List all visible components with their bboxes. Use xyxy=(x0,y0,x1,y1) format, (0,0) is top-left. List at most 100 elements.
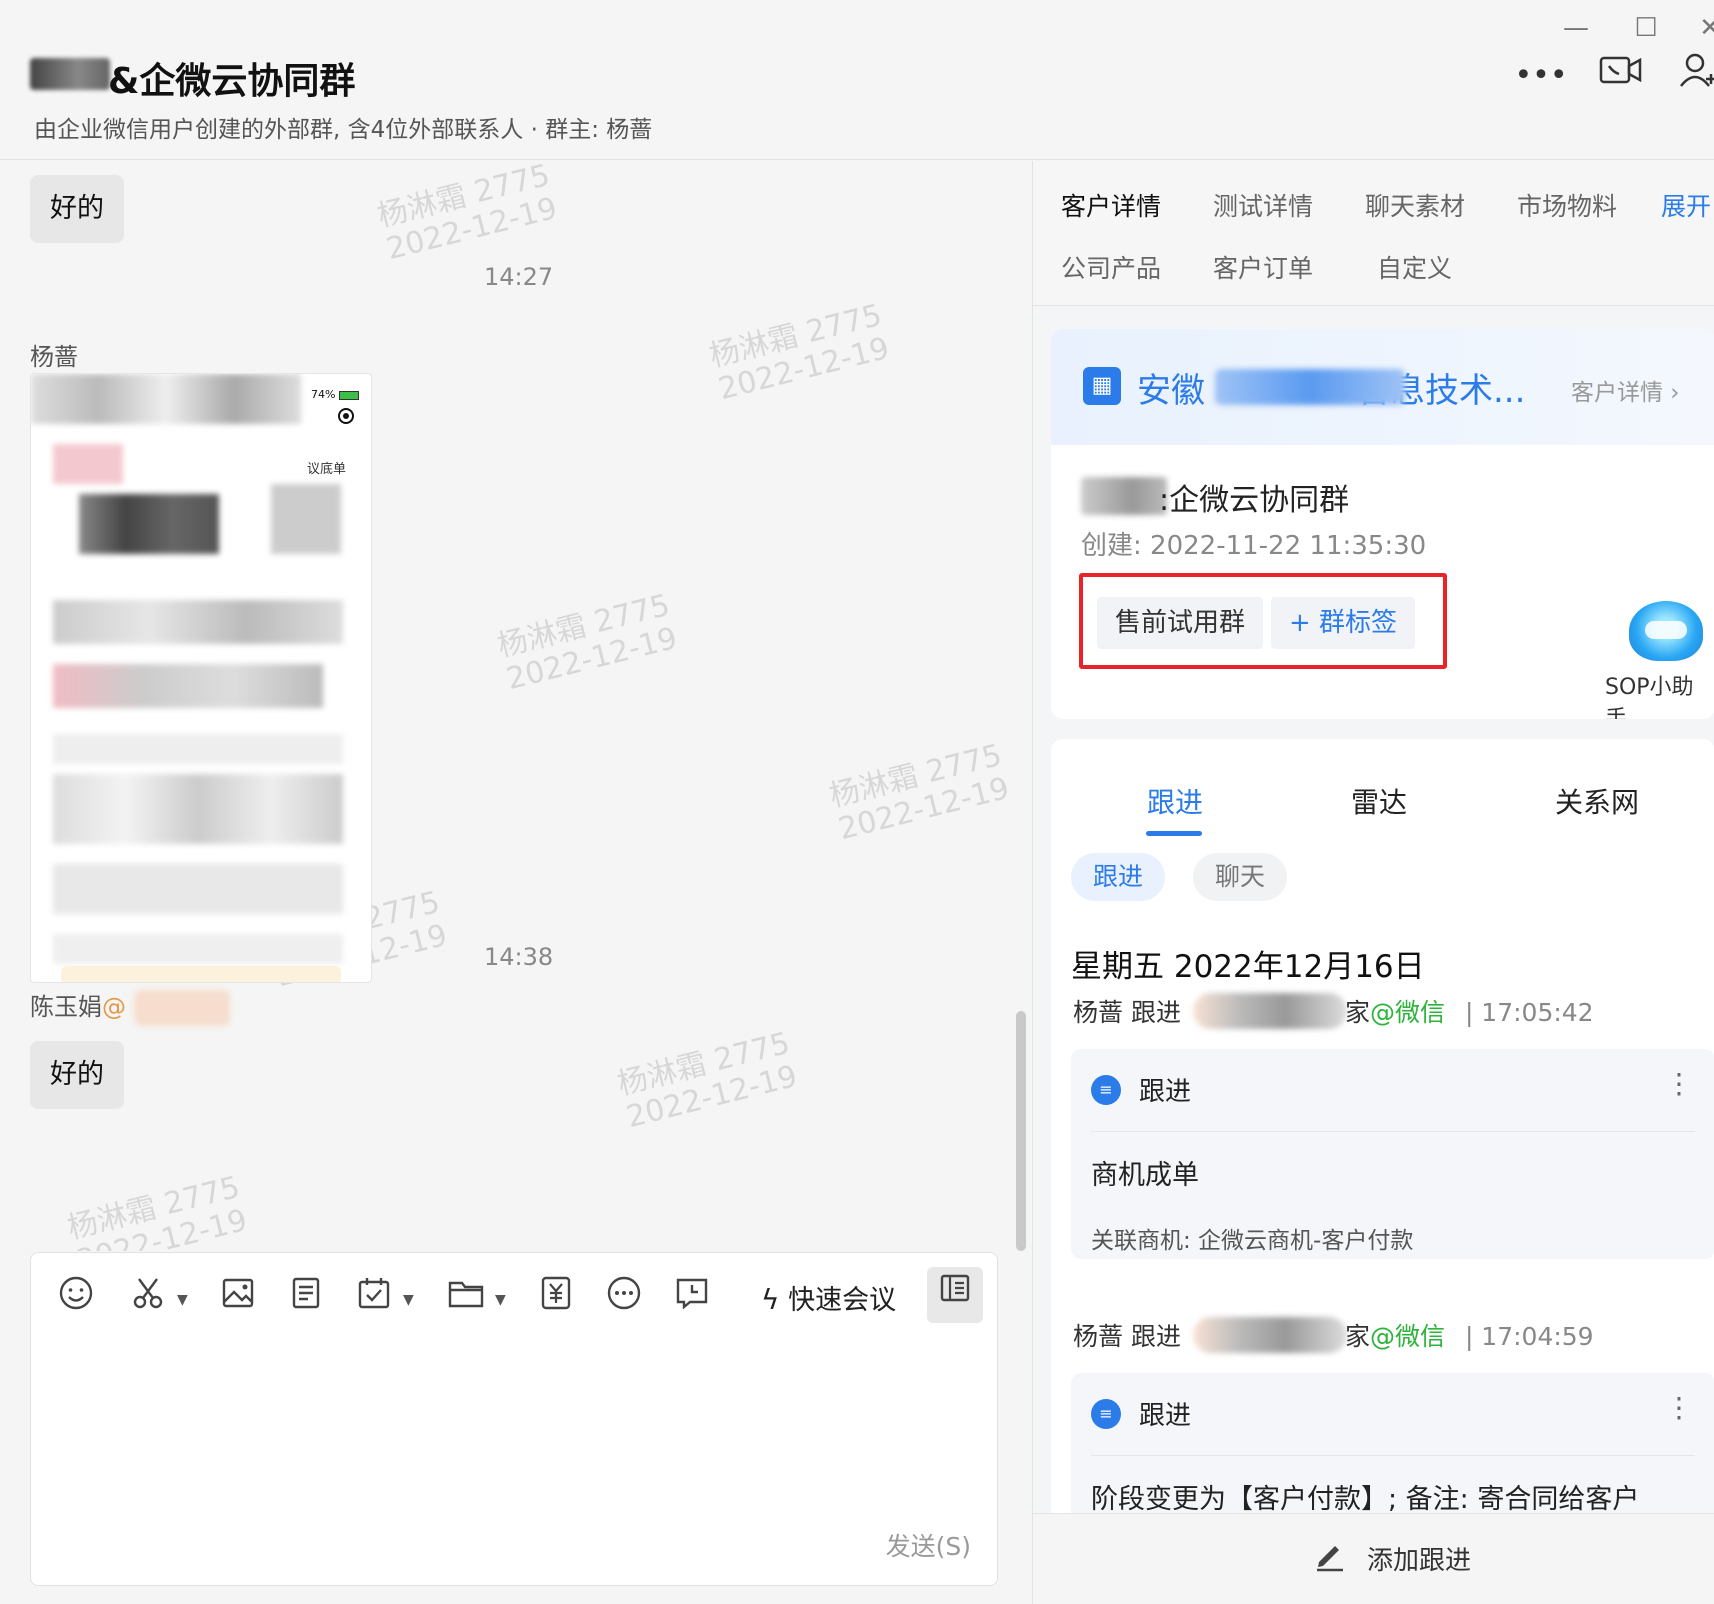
tab-follow-up[interactable]: 跟进 xyxy=(1147,781,1203,821)
more-vertical-icon[interactable]: ⋮ xyxy=(1665,1067,1693,1100)
filter-follow-up[interactable]: 跟进 xyxy=(1071,853,1166,901)
image-icon[interactable] xyxy=(213,1275,263,1325)
group-title: &企微云协同群 xyxy=(108,61,356,102)
calendar-check-icon[interactable] xyxy=(349,1275,399,1325)
image-blur xyxy=(31,374,301,424)
filter-chat[interactable]: 聊天 xyxy=(1193,853,1288,901)
tab-radar[interactable]: 雷达 xyxy=(1351,781,1407,821)
add-member-icon[interactable] xyxy=(1672,52,1714,100)
company-name-redaction xyxy=(1215,369,1405,405)
card-group-name: :企微云协同群 xyxy=(1159,483,1350,518)
note-icon: ≡ xyxy=(1091,1075,1121,1105)
chat-scrollbar[interactable] xyxy=(1016,1011,1026,1251)
comment-icon[interactable] xyxy=(667,1275,717,1325)
message-bubble[interactable]: 好的 xyxy=(30,1041,124,1109)
record-meta: 杨蔷 跟进 家@微信 | 17:05:42 xyxy=(1073,998,1594,1027)
follow-up-card: 跟进 雷达 关系网 跟进 聊天 星期五 2022年12月16日 杨蔷 跟进 家@微… xyxy=(1051,739,1714,1539)
image-blur xyxy=(53,864,343,914)
watermark: 杨淋霜 27752022-12-19 xyxy=(826,737,1013,848)
chevron-down-icon[interactable]: ▼ xyxy=(495,1275,506,1325)
tab-relationship[interactable]: 关系网 xyxy=(1555,781,1639,821)
message-composer[interactable]: ▼ ▼ ▼ ϟ 快速会议 发送(S) xyxy=(30,1252,998,1586)
mention-tag[interactable]: @ xyxy=(102,993,126,1021)
emoji-icon[interactable] xyxy=(51,1275,101,1325)
tags-highlight-box: 售前试用群 + 群标签 xyxy=(1079,573,1447,669)
watermark: 杨淋霜 27752022-12-19 xyxy=(494,587,681,698)
group-subtitle: 由企业微信用户创建的外部群, 含4位外部联系人 · 群主: 杨蔷 xyxy=(34,117,653,143)
record-icon xyxy=(338,408,354,424)
watermark: 杨淋霜 27752022-12-19 xyxy=(614,1025,801,1136)
customer-card: ▦ 安徽 言息技术... 客户详情 › :企微云协同群 创建: 2022-11-2… xyxy=(1051,329,1714,719)
record-type: 跟进 xyxy=(1139,1401,1192,1431)
edit-icon xyxy=(1313,1538,1347,1580)
maximize-button[interactable]: ☐ xyxy=(1626,8,1666,48)
record-meta: 杨蔷 跟进 家@微信 | 17:04:59 xyxy=(1073,1322,1594,1351)
message-bubble[interactable]: 好的 xyxy=(30,175,124,243)
divider xyxy=(1091,1131,1695,1132)
image-blur xyxy=(53,600,343,644)
sender-name[interactable]: 杨蔷 xyxy=(30,337,78,372)
image-blur xyxy=(271,484,341,554)
add-group-tag-button[interactable]: + 群标签 xyxy=(1271,597,1416,649)
chevron-down-icon[interactable]: ▼ xyxy=(403,1275,414,1325)
tab-customer-detail[interactable]: 客户详情 xyxy=(1061,187,1161,223)
add-follow-up-label: 添加跟进 xyxy=(1367,1546,1472,1576)
panel-tabs: 客户详情 测试详情 聊天素材 市场物料 展开 公司产品 客户订单 自定义 xyxy=(1033,161,1714,306)
customer-side-panel: 客户详情 测试详情 聊天素材 市场物料 展开 公司产品 客户订单 自定义 ▦ 安… xyxy=(1032,161,1714,1604)
follow-up-record[interactable]: ≡ 跟进 ⋮ 商机成单 关联商机: 企微云商机-客户付款 xyxy=(1071,1049,1714,1259)
sop-assistant-label[interactable]: SOP小助手 xyxy=(1605,669,1714,719)
tab-company-products[interactable]: 公司产品 xyxy=(1061,249,1161,285)
payment-icon[interactable] xyxy=(531,1275,581,1325)
image-blur xyxy=(53,934,343,964)
video-call-icon[interactable] xyxy=(1594,52,1648,100)
image-blur xyxy=(53,664,323,708)
company-header[interactable]: ▦ 安徽 言息技术... 客户详情 › xyxy=(1051,329,1714,445)
customer-detail-link[interactable]: 客户详情 › xyxy=(1571,373,1680,407)
mention-redaction xyxy=(133,990,230,1026)
more-circle-icon[interactable] xyxy=(599,1275,649,1325)
chevron-down-icon[interactable]: ▼ xyxy=(177,1275,188,1325)
sender-name[interactable]: 陈玉娟@ xyxy=(30,987,230,1026)
record-title: 阶段变更为【客户付款】; 备注: 寄合同给客户 xyxy=(1091,1484,1640,1515)
scissors-icon[interactable] xyxy=(123,1275,173,1325)
close-button[interactable]: ✕ xyxy=(1690,8,1714,48)
image-message[interactable]: 74% 议底单 xyxy=(30,373,372,983)
folder-icon[interactable] xyxy=(441,1275,491,1325)
more-vertical-icon[interactable]: ⋮ xyxy=(1665,1391,1693,1424)
date-heading: 星期五 2022年12月16日 xyxy=(1071,949,1425,985)
created-time: 创建: 2022-11-22 11:35:30 xyxy=(1081,531,1427,561)
tab-marketing-material[interactable]: 市场物料 xyxy=(1517,187,1617,223)
send-button[interactable]: 发送(S) xyxy=(886,1527,971,1563)
sop-assistant-icon[interactable] xyxy=(1629,601,1703,661)
record-title: 商机成单 xyxy=(1091,1160,1199,1191)
quick-meeting-button[interactable]: ϟ 快速会议 xyxy=(761,1275,896,1325)
message-time: 14:38 xyxy=(484,943,554,971)
document-icon[interactable] xyxy=(281,1275,331,1325)
sidebar-toggle-icon[interactable] xyxy=(927,1267,983,1323)
image-blur xyxy=(53,444,123,484)
minimize-button[interactable]: — xyxy=(1556,8,1596,48)
add-follow-up-button[interactable]: 添加跟进 xyxy=(1033,1513,1714,1604)
lightning-icon: ϟ xyxy=(761,1283,780,1316)
tab-test-detail[interactable]: 测试详情 xyxy=(1213,187,1313,223)
divider xyxy=(1091,1455,1695,1456)
tab-customer-orders[interactable]: 客户订单 xyxy=(1213,249,1313,285)
battery-indicator: 74% xyxy=(311,388,359,401)
watermark: 杨淋霜 27752022-12-19 xyxy=(64,1169,251,1251)
chat-header: &企微云协同群 由企业微信用户创建的外部群, 含4位外部联系人 · 群主: 杨蔷… xyxy=(0,0,1714,160)
group-tag[interactable]: 售前试用群 xyxy=(1097,597,1264,649)
watermark: 杨淋霜 27752022-12-19 xyxy=(706,297,893,408)
tab-chat-material[interactable]: 聊天素材 xyxy=(1365,187,1465,223)
record-type: 跟进 xyxy=(1139,1077,1192,1107)
image-blur xyxy=(53,774,343,844)
message-time: 14:27 xyxy=(484,263,554,291)
expand-tabs-link[interactable]: 展开 xyxy=(1661,187,1711,223)
chat-messages[interactable]: 杨淋霜 2775 2022-12-19 杨淋霜 2775 2022-12-19 杨淋… xyxy=(0,161,1030,1251)
building-icon: ▦ xyxy=(1083,367,1121,405)
record-subtitle: 关联商机: 企微云商机-客户付款 xyxy=(1091,1228,1414,1254)
note-icon: ≡ xyxy=(1091,1399,1121,1429)
image-blur xyxy=(79,494,219,554)
more-icon[interactable]: ••• xyxy=(1514,52,1568,100)
tab-custom[interactable]: 自定义 xyxy=(1377,249,1452,285)
active-tab-indicator xyxy=(1146,831,1202,836)
